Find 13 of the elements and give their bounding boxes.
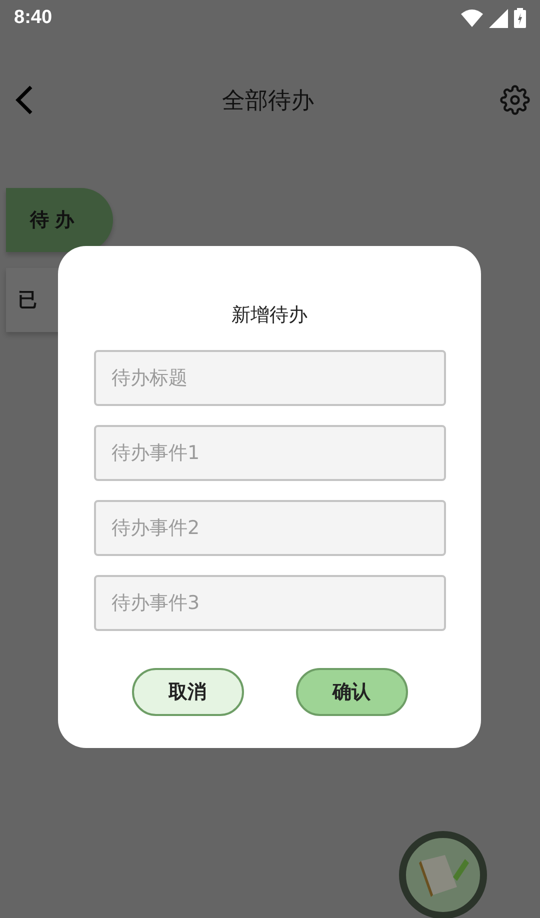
settings-icon[interactable] xyxy=(500,85,530,115)
battery-icon xyxy=(514,8,526,28)
status-time: 8:40 xyxy=(14,7,52,29)
confirm-button[interactable]: 确认 xyxy=(296,668,408,716)
input-field[interactable]: 待办标题 xyxy=(94,350,446,406)
cancel-button[interactable]: 取消 xyxy=(132,668,244,716)
signal-icon xyxy=(489,8,508,28)
input-field[interactable]: 待办事件3 xyxy=(94,575,446,631)
wifi-icon xyxy=(461,9,483,27)
dialog-title: 新增待办 xyxy=(232,303,308,328)
input-field[interactable]: 待办事件2 xyxy=(94,500,446,556)
input-field[interactable]: 待办事件1 xyxy=(94,425,446,481)
page-title: 全部待办 xyxy=(222,86,314,116)
